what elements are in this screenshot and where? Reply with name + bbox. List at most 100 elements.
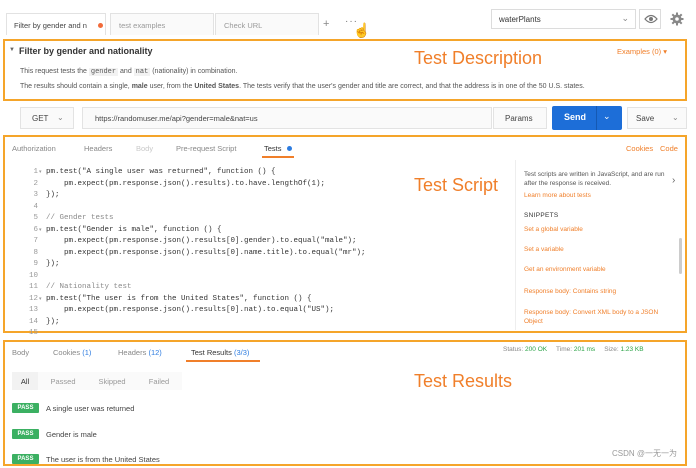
desc-code-nat: nat [133, 68, 151, 76]
test-results-highlight [3, 340, 687, 466]
tests-indicator-dot-icon [287, 146, 292, 151]
environment-select[interactable]: waterPlants ⌄ [491, 9, 636, 29]
test-result-name: The user is from the United States [46, 455, 160, 464]
desc-code-gender: gender [88, 68, 119, 76]
tab-label: Test Results [191, 348, 232, 357]
active-tab-underline [186, 360, 260, 362]
request-tab-label: Check URL [224, 21, 263, 30]
chevron-down-icon: ⌄ [57, 113, 64, 122]
filter-failed[interactable]: Failed [140, 372, 178, 390]
code-content[interactable]: pm.test("A single user was returned", fu… [46, 167, 366, 340]
line-number: 1 [33, 168, 38, 176]
line-number: 15 [28, 329, 38, 337]
request-tab-test-examples[interactable]: test examples [110, 13, 214, 35]
chevron-down-icon: ⌄ [621, 13, 629, 23]
snippets-scrollbar[interactable] [679, 238, 682, 274]
response-tab-body[interactable]: Body [12, 348, 29, 357]
description-line-2: The results should contain a single, mal… [20, 83, 585, 90]
badge-label: PASS [17, 430, 34, 437]
desc-text: . The tests verify that the user's gende… [239, 83, 585, 90]
line-number: 2 [33, 179, 38, 188]
desc-text: The results should contain a single, [20, 83, 132, 90]
badge-label: PASS [17, 404, 34, 411]
save-button[interactable]: Save ⌄ [627, 107, 687, 129]
eye-icon [644, 14, 658, 24]
save-label: Save [636, 114, 655, 123]
snippet-convert-xml-cont[interactable]: Object [524, 318, 543, 325]
chevron-down-icon[interactable]: ⌄ [603, 111, 611, 122]
new-tab-button[interactable]: + [323, 18, 329, 30]
tab-authorization[interactable]: Authorization [12, 144, 56, 153]
send-button[interactable]: Send ⌄ [552, 106, 622, 130]
snippet-set-variable[interactable]: Set a variable [524, 246, 564, 253]
code-line: pm.expect(pm.response.json().results[0].… [46, 237, 357, 245]
line-number: 10 [28, 271, 38, 280]
fold-caret-icon[interactable]: ▾ [39, 227, 42, 233]
line-number: 4 [33, 202, 38, 211]
tab-body[interactable]: Body [136, 144, 153, 153]
annotation-test-results: Test Results [414, 371, 513, 391]
response-tab-headers[interactable]: Headers (12) [118, 348, 162, 357]
response-tab-test-results[interactable]: Test Results (3/3) [191, 348, 249, 357]
tab-headers[interactable]: Headers [84, 144, 112, 153]
chevron-right-icon[interactable]: › [672, 175, 675, 186]
response-status-info: Status: 200 OK Time: 201 ms Size: 1.23 K… [503, 346, 644, 353]
tab-tests[interactable]: Tests [264, 144, 282, 153]
watermark: CSDN @一无一为 [612, 449, 678, 458]
snippet-set-global-variable[interactable]: Set a global variable [524, 226, 583, 233]
learn-more-tests-link[interactable]: Learn more about tests [524, 192, 591, 199]
hand-cursor-icon: ☝ [353, 22, 371, 38]
environment-quick-look-button[interactable] [639, 9, 661, 29]
line-number: 6 [33, 225, 38, 234]
line-number: 7 [33, 237, 38, 245]
snippets-heading: SNIPPETS [524, 212, 559, 219]
test-result-name: A single user was returned [46, 404, 135, 413]
code-line: pm.expect(pm.response.json().results[0].… [46, 248, 366, 257]
url-input[interactable]: https://randomuser.me/api?gender=male&na… [82, 107, 492, 129]
request-tab-label: test examples [119, 21, 166, 30]
annotation-test-script: Test Script [414, 175, 499, 195]
params-button[interactable]: Params [493, 107, 547, 129]
fold-caret-icon[interactable]: ▾ [39, 169, 42, 175]
desc-bold-male: male [131, 83, 148, 90]
line-number: 13 [28, 306, 38, 314]
request-tab-label: Filter by gender and n [14, 21, 87, 30]
examples-dropdown[interactable]: Examples (0) ▾ [617, 47, 667, 56]
url-value: https://randomuser.me/api?gender=male&na… [95, 114, 258, 123]
filter-skipped[interactable]: Skipped [88, 372, 136, 390]
filter-passed[interactable]: Passed [42, 372, 84, 390]
request-tab-check-url[interactable]: Check URL [215, 13, 319, 35]
description-title: Filter by gender and nationality [19, 46, 153, 56]
pass-badge: PASS [12, 429, 39, 439]
method-select[interactable]: GET ⌄ [20, 107, 74, 129]
line-number: 8 [33, 248, 38, 257]
cookies-link[interactable]: Cookies [626, 144, 653, 153]
settings-button[interactable] [666, 9, 688, 29]
response-tab-cookies[interactable]: Cookies (1) [53, 348, 91, 357]
tab-pre-request-script[interactable]: Pre-request Script [176, 144, 236, 153]
request-tab-active[interactable]: Filter by gender and n [6, 13, 106, 35]
line-number: 14 [28, 317, 38, 326]
unsaved-dot-icon [98, 23, 103, 28]
chevron-down-icon: ⌄ [672, 113, 679, 122]
status-label: Status: [503, 346, 524, 353]
code-link[interactable]: Code [660, 144, 678, 153]
fold-caret-icon[interactable]: ▾ [39, 296, 42, 302]
pass-badge: PASS [12, 454, 39, 464]
annotation-test-description: Test Description [414, 48, 543, 68]
size-value: 1.23 KB [620, 346, 644, 353]
snippet-body-contains-string[interactable]: Response body: Contains string [524, 288, 616, 295]
collapse-caret-icon[interactable]: ▼ [9, 47, 15, 53]
snippet-convert-xml[interactable]: Response body: Convert XML body to a JSO… [524, 309, 658, 316]
code-line: pm.expect(pm.response.json().results[0].… [46, 306, 335, 314]
line-number: 11 [28, 283, 38, 291]
snippet-get-environment-variable[interactable]: Get an environment variable [524, 266, 606, 273]
code-line: pm.expect(pm.response.json().results).to… [46, 179, 326, 188]
time-value: 201 ms [573, 346, 596, 353]
snippets-intro: Test scripts are written in JavaScript, … [524, 171, 665, 187]
code-line: pm.test("A single user was returned", fu… [46, 168, 276, 176]
filter-all[interactable]: All [12, 372, 38, 390]
test-result-name: Gender is male [46, 430, 97, 439]
